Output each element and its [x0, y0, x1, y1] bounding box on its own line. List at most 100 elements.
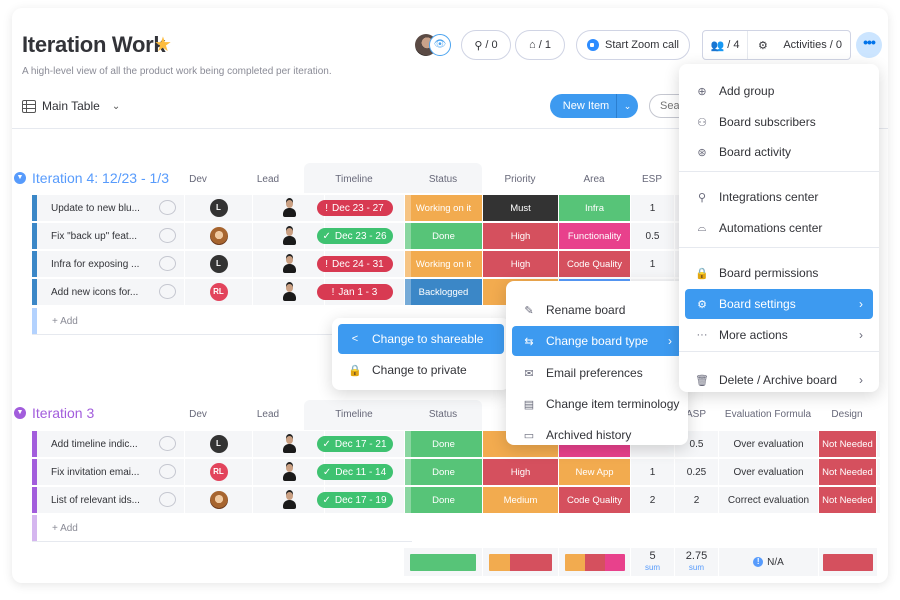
comment-icon[interactable] [159, 284, 176, 299]
timeline-cell[interactable]: ! Jan 1 - 3 [305, 279, 405, 305]
timeline-cell[interactable]: ✓ Dec 17 - 19 [305, 487, 405, 513]
item-name[interactable]: Add new icons for... [37, 279, 185, 305]
menu-item-board-settings[interactable]: ⚙ Board settings › [685, 289, 873, 319]
menu-item-integrations-center[interactable]: ⚲ Integrations center [685, 182, 873, 212]
priority-cell[interactable]: High [483, 251, 559, 277]
status-cell[interactable]: Done [405, 431, 483, 457]
design-cell[interactable]: Not Needed [819, 459, 877, 485]
item-name[interactable]: Update to new blu... [37, 195, 185, 221]
comment-icon[interactable] [159, 228, 176, 243]
status-cell[interactable]: Done [405, 223, 483, 249]
chevron-down-icon[interactable]: ⌄ [616, 94, 638, 118]
timeline-cell[interactable]: ✓ Dec 11 - 14 [305, 459, 405, 485]
table-row[interactable]: Fix "back up" feat... ✓ Dec 23 - 26 Done Hig… [32, 223, 686, 250]
esp-cell[interactable]: 1 [631, 251, 675, 277]
esp-cell[interactable]: 2 [631, 487, 675, 513]
status-cell[interactable]: Done [405, 459, 483, 485]
menu-item-change-to-private[interactable]: 🔒 Change to private [338, 355, 504, 385]
timeline-cell[interactable]: ! Dec 23 - 27 [305, 195, 405, 221]
avatar[interactable]: L [209, 255, 228, 273]
integrations-button[interactable]: ⚲ / 0 [461, 30, 511, 60]
column-header-timeline[interactable]: Timeline [304, 174, 404, 185]
status-summary[interactable] [404, 548, 482, 576]
column-header-design[interactable]: Design [818, 409, 876, 420]
priority-summary[interactable] [483, 548, 558, 576]
evaluation-cell[interactable]: Correct evaluation [719, 487, 819, 513]
menu-item-rename-board[interactable]: ✎ Rename board [512, 295, 682, 325]
menu-item-delete-archive-board[interactable]: 🗑 Delete / Archive board › [685, 365, 873, 395]
column-header-esp[interactable]: ESP [630, 174, 674, 185]
area-cell[interactable]: Functionality [559, 223, 631, 249]
avatar[interactable]: RL [209, 283, 228, 301]
board-title[interactable]: Iteration Work [22, 32, 166, 58]
priority-cell[interactable]: Must [483, 195, 559, 221]
automations-button[interactable]: ⌂ / 1 [515, 30, 565, 60]
comment-icon[interactable] [159, 200, 176, 215]
esp-cell[interactable]: 1 [631, 195, 675, 221]
area-cell[interactable]: Code Quality [559, 487, 631, 513]
priority-cell[interactable]: High [483, 223, 559, 249]
board-description[interactable]: A high-level view of all the product wor… [22, 66, 332, 77]
table-row[interactable]: Fix invitation emai... RL ✓ Dec 11 - 14 Done… [32, 459, 880, 486]
timeline-cell[interactable]: ✓ Dec 17 - 21 [305, 431, 405, 457]
column-header-timeline[interactable]: Timeline [304, 409, 404, 420]
evaluation-cell[interactable]: Over evaluation [719, 459, 819, 485]
menu-item-change-board-type[interactable]: ⇆ Change board type › [512, 326, 682, 356]
item-name[interactable]: List of relevant ids... [37, 487, 185, 513]
avatar[interactable]: L [209, 435, 228, 453]
group-header-iteration-3[interactable]: ▼ Iteration 3 [14, 405, 94, 421]
column-header-dev[interactable]: Dev [178, 174, 218, 185]
new-item-button[interactable]: New Item ⌄ [550, 94, 638, 118]
collapse-icon[interactable]: ▼ [14, 407, 26, 419]
dev-cell[interactable]: L [185, 431, 253, 457]
item-name[interactable]: Fix invitation emai... [37, 459, 185, 485]
info-icon[interactable]: ! [753, 557, 764, 567]
more-options-button[interactable]: ••• [856, 32, 882, 58]
dev-cell[interactable]: L [185, 195, 253, 221]
column-header-evaluation[interactable]: Evaluation Formula [718, 409, 818, 420]
column-header-lead[interactable]: Lead [246, 409, 290, 420]
timeline-cell[interactable]: ! Dec 24 - 31 [305, 251, 405, 277]
table-row[interactable]: Infra for exposing ... L ! Dec 24 - 31 Worki… [32, 251, 686, 278]
design-summary[interactable] [819, 548, 877, 576]
column-header-area[interactable]: Area [558, 174, 630, 185]
menu-item-change-to-shareable[interactable]: < Change to shareable [338, 324, 504, 354]
avatar[interactable] [209, 227, 228, 245]
add-item-row[interactable]: + Add [32, 515, 412, 542]
column-header-priority[interactable]: Priority [482, 174, 558, 185]
timeline-cell[interactable]: ✓ Dec 23 - 26 [305, 223, 405, 249]
column-header-status[interactable]: Status [404, 409, 482, 420]
table-row[interactable]: Update to new blu... L ! Dec 23 - 27 Working… [32, 195, 686, 222]
evaluation-cell[interactable]: Over evaluation [719, 431, 819, 457]
dev-cell[interactable]: RL [185, 279, 253, 305]
item-name[interactable]: Fix "back up" feat... [37, 223, 185, 249]
menu-item-archived-history[interactable]: ▭ Archived history [512, 420, 682, 450]
column-header-dev[interactable]: Dev [178, 409, 218, 420]
menu-item-email-preferences[interactable]: ✉ Email preferences [512, 358, 682, 388]
avatar[interactable] [209, 491, 228, 509]
table-row[interactable]: List of relevant ids... ✓ Dec 17 - 19 Done M… [32, 487, 880, 514]
star-icon[interactable]: ★ [154, 32, 172, 57]
column-header-status[interactable]: Status [404, 174, 482, 185]
priority-cell[interactable]: High [483, 459, 559, 485]
dev-cell[interactable] [185, 223, 253, 249]
column-header-lead[interactable]: Lead [246, 174, 290, 185]
status-cell[interactable]: Done [405, 487, 483, 513]
priority-cell[interactable]: Medium [483, 487, 559, 513]
collapse-icon[interactable]: ▼ [14, 172, 26, 184]
esp-cell[interactable]: 0.5 [631, 223, 675, 249]
dev-cell[interactable]: L [185, 251, 253, 277]
esp-cell[interactable]: 1 [631, 459, 675, 485]
menu-item-more-actions[interactable]: ··· More actions › [685, 320, 873, 350]
area-cell[interactable]: Infra [559, 195, 631, 221]
design-cell[interactable]: Not Needed [819, 487, 877, 513]
dev-cell[interactable]: RL [185, 459, 253, 485]
area-cell[interactable]: New App [559, 459, 631, 485]
comment-icon[interactable] [159, 436, 176, 451]
asp-cell[interactable]: 2 [675, 487, 719, 513]
start-zoom-call-button[interactable]: Start Zoom call [576, 30, 690, 60]
menu-item-board-activity[interactable]: ⊛ Board activity [685, 137, 873, 167]
area-cell[interactable]: Code Quality [559, 251, 631, 277]
menu-item-add-group[interactable]: ⊕ Add group [685, 76, 873, 106]
avatar[interactable]: RL [209, 463, 228, 481]
